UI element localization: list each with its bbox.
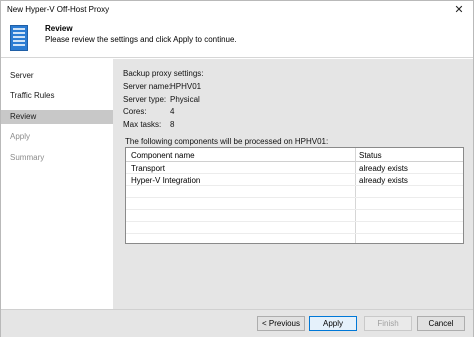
server-icon — [10, 25, 28, 51]
components-table[interactable]: Component name Status Transport already … — [125, 147, 464, 244]
table-header: Component name Status — [126, 148, 463, 162]
table-row-empty — [126, 187, 463, 198]
sidebar-item-apply: Apply — [10, 132, 31, 141]
sidebar-item-server[interactable]: Server — [1, 69, 113, 83]
table-row-empty — [126, 223, 463, 234]
sidebar-item-review[interactable]: Review — [1, 110, 113, 124]
table-row-empty — [126, 199, 463, 210]
component-status: already exists — [359, 164, 408, 173]
close-icon[interactable]: ✕ — [447, 1, 471, 18]
cancel-button[interactable]: Cancel — [417, 316, 465, 331]
step-title: Review — [45, 24, 73, 33]
cores-label: Cores: — [123, 107, 147, 116]
step-subtitle: Please review the settings and click App… — [45, 35, 237, 44]
column-header-status[interactable]: Status — [359, 151, 382, 160]
table-row[interactable]: Transport already exists — [126, 163, 463, 174]
apply-button[interactable]: Apply — [309, 316, 357, 331]
column-header-component[interactable]: Component name — [131, 151, 195, 160]
wizard-steps: Server Traffic Rules Review Apply Summar… — [1, 59, 113, 309]
server-type-label: Server type: — [123, 95, 167, 104]
cores-value: 4 — [170, 107, 175, 116]
previous-button[interactable]: < Previous — [257, 316, 305, 331]
sidebar-item-traffic-rules[interactable]: Traffic Rules — [1, 89, 113, 103]
sidebar-item-summary: Summary — [10, 153, 45, 162]
component-name: Transport — [131, 164, 165, 173]
server-name-value: HPHV01 — [170, 82, 202, 91]
title-bar: New Hyper-V Off-Host Proxy ✕ — [1, 1, 473, 18]
server-name-label: Server name: — [123, 82, 172, 91]
max-tasks-value: 8 — [170, 120, 175, 129]
component-status: already exists — [359, 176, 408, 185]
max-tasks-label: Max tasks: — [123, 120, 162, 129]
table-row-empty — [126, 211, 463, 222]
table-row[interactable]: Hyper-V Integration already exists — [126, 175, 463, 186]
components-label: The following components will be process… — [125, 137, 329, 146]
step-header: Review Please review the settings and cl… — [1, 18, 473, 58]
section-label: Backup proxy settings: — [123, 69, 204, 78]
wizard-window: New Hyper-V Off-Host Proxy ✕ Review Plea… — [0, 0, 474, 337]
wizard-footer: < Previous Apply Finish Cancel — [1, 309, 473, 337]
review-panel: Backup proxy settings: Server name: HPHV… — [113, 59, 473, 309]
window-title: New Hyper-V Off-Host Proxy — [7, 5, 110, 14]
finish-button: Finish — [364, 316, 412, 331]
component-name: Hyper-V Integration — [131, 176, 201, 185]
server-type-value: Physical — [170, 95, 200, 104]
